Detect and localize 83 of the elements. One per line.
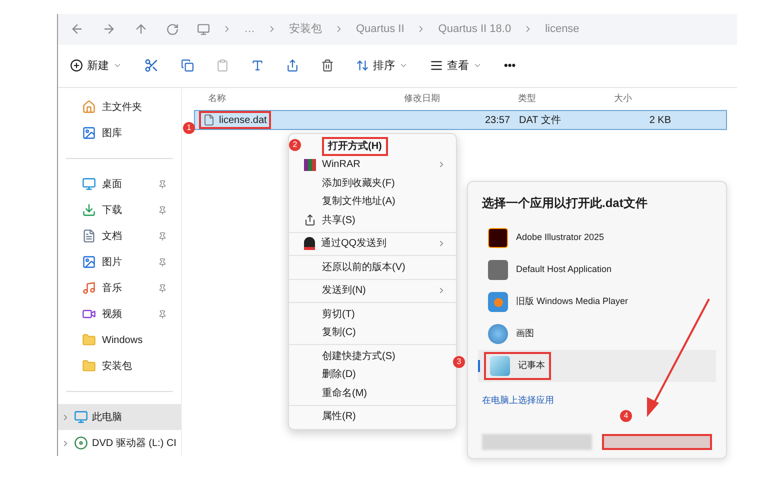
download-icon (82, 203, 96, 217)
menu-item[interactable]: 创建快捷方式(S) (302, 347, 456, 366)
paste-icon[interactable] (216, 59, 229, 72)
back-icon[interactable] (70, 22, 84, 36)
menu-item[interactable]: 剪切(T) (302, 305, 456, 324)
app-logo-icon (488, 260, 508, 280)
column-header[interactable]: 大小 (614, 92, 672, 106)
app-option[interactable]: Default Host Application (478, 254, 716, 286)
sidebar-item[interactable]: 此电脑 (58, 404, 181, 430)
sidebar-item[interactable]: 下载 (58, 197, 181, 223)
monitor-icon (74, 410, 88, 424)
view-button[interactable]: 查看 (430, 58, 482, 74)
sidebar-item[interactable]: 主文件夹 (58, 94, 181, 120)
sidebar-item[interactable]: 桌面 (58, 171, 181, 197)
column-header[interactable]: 类型 (518, 92, 614, 106)
column-header[interactable]: 名称 (194, 92, 404, 106)
archive-icon (304, 158, 316, 171)
monitor-icon (197, 22, 210, 36)
plus-icon (70, 59, 83, 72)
column-header[interactable]: 修改日期 (404, 92, 518, 106)
delete-icon[interactable] (321, 59, 334, 72)
share-icon (304, 214, 316, 226)
picture-icon (82, 255, 96, 269)
new-button[interactable]: 新建 (70, 58, 122, 74)
app-option[interactable]: Adobe Illustrator 2025 (478, 222, 716, 254)
menu-item[interactable]: 通过QQ发送到 (302, 234, 456, 253)
sidebar-item[interactable]: 视频 (58, 301, 181, 327)
sidebar-item[interactable]: Windows (58, 327, 181, 353)
app-logo-icon (488, 228, 508, 248)
expand-icon[interactable] (61, 412, 70, 422)
selection-indicator (478, 360, 480, 372)
app-option[interactable]: 旧版 Windows Media Player (478, 286, 716, 318)
sidebar-item[interactable]: DVD 驱动器 (L:) CI (58, 430, 181, 456)
folder-icon (82, 333, 96, 347)
document-icon (82, 229, 96, 243)
menu-item[interactable]: 打开方式(H) (302, 137, 456, 156)
sidebar-item[interactable]: 音乐 (58, 275, 181, 301)
expand-icon[interactable] (61, 438, 70, 448)
file-icon (203, 114, 215, 126)
file-name: license.dat (199, 111, 271, 129)
blurred-button[interactable] (602, 434, 712, 450)
menu-item[interactable]: 复制(C) (302, 324, 456, 342)
sort-button[interactable]: 排序 (356, 58, 408, 74)
app-option[interactable]: 画图 (478, 318, 716, 350)
picture-icon (82, 126, 96, 140)
menu-item[interactable]: 复制文件地址(A) (302, 192, 456, 211)
rename-icon[interactable] (251, 59, 264, 72)
menu-item[interactable]: 重命名(M) (302, 384, 456, 402)
view-icon (430, 59, 443, 72)
music-icon (82, 281, 96, 295)
app-option[interactable]: 记事本 (478, 350, 716, 382)
more-button[interactable]: ••• (504, 58, 516, 74)
disc-icon (74, 436, 88, 450)
menu-item[interactable]: 共享(S) (302, 211, 456, 230)
table-cell-text: DAT 文件 (519, 114, 562, 128)
dialog-title: 选择一个应用以打开此.dat文件 (482, 195, 648, 212)
choose-app-link[interactable]: 在电脑上选择应用 (482, 394, 712, 408)
share-icon[interactable] (286, 59, 299, 72)
forward-icon[interactable] (102, 22, 116, 36)
menu-item[interactable]: 添加到收藏夹(F) (302, 174, 456, 192)
up-icon[interactable] (134, 22, 148, 36)
sidebar-item[interactable]: 图库 (58, 120, 181, 146)
menu-item[interactable]: 删除(D) (302, 366, 456, 384)
sidebar-item[interactable]: 图片 (58, 249, 181, 275)
table-cell-text: 23:57 (484, 114, 512, 128)
sidebar-item[interactable]: 安装包 (58, 353, 181, 379)
refresh-icon[interactable] (166, 22, 179, 36)
folder-icon (82, 359, 96, 373)
video-icon (82, 307, 96, 321)
home-icon (82, 100, 96, 114)
file-row[interactable]: license.dat 23:57 DAT 文件 2 KB (194, 110, 727, 130)
menu-item[interactable]: 属性(R) (302, 408, 456, 426)
notepad-icon (490, 356, 510, 376)
play-icon (488, 292, 508, 312)
menu-item[interactable]: 发送到(N) (302, 282, 456, 300)
menu-item[interactable]: 还原以前的版本(V) (302, 258, 456, 276)
monitor-icon (82, 177, 96, 191)
sort-icon (356, 59, 369, 72)
sidebar-item[interactable]: 文档 (58, 223, 181, 249)
menu-item[interactable]: WinRAR (302, 156, 456, 174)
table-cell-text: 2 KB (648, 114, 671, 128)
copy-icon[interactable] (181, 59, 194, 72)
cut-icon[interactable] (144, 58, 159, 74)
